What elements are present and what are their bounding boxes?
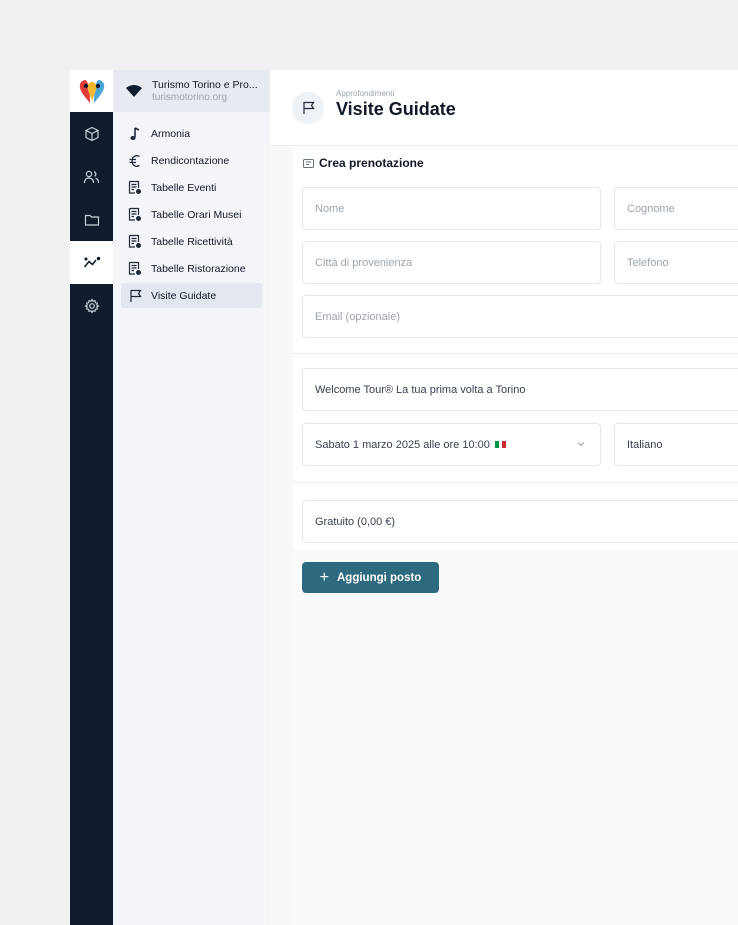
price-field[interactable]: Gratuito (0,00 €)	[302, 500, 738, 543]
add-seat-button[interactable]: + Aggiungi posto	[302, 562, 439, 593]
language-select[interactable]: Italiano	[614, 423, 738, 466]
sidebar-item-armonia[interactable]: Armonia	[121, 121, 262, 146]
nome-field[interactable]: Nome	[302, 187, 601, 230]
sidebar-item-tabelle-ristorazione[interactable]: Tabelle Ristorazione	[121, 256, 262, 281]
telefono-field[interactable]: Telefono	[614, 241, 738, 284]
users-icon	[83, 170, 100, 183]
table-doc-icon	[127, 234, 143, 250]
chevron-down-icon	[577, 442, 585, 447]
add-seat-label: Aggiungi posto	[337, 571, 422, 584]
rail-item-settings[interactable]	[70, 284, 113, 327]
flag-icon	[127, 288, 143, 304]
page-header: Approfondimenti Visite Guidate	[270, 70, 738, 146]
sidebar-item-label: Tabelle Ristorazione	[151, 262, 246, 275]
tour-select[interactable]: Welcome Tour® La tua prima volta a Torin…	[302, 368, 738, 411]
flag-icon	[302, 101, 315, 114]
date-select[interactable]: Sabato 1 marzo 2025 alle ore 10:00	[302, 423, 601, 466]
divider	[293, 353, 738, 354]
divider	[293, 482, 738, 483]
app-logo[interactable]	[70, 70, 113, 112]
org-name: Turismo Torino e Pro...	[152, 79, 258, 91]
table-doc-icon	[127, 207, 143, 223]
analytics-icon	[83, 256, 100, 267]
org-domain: turismotorino.org	[152, 92, 228, 103]
section-title-label: Crea prenotazione	[319, 156, 424, 170]
sidebar-item-rendicontazione[interactable]: Rendicontazione	[121, 148, 262, 173]
rail-item-users[interactable]	[70, 155, 113, 198]
gear-icon	[83, 297, 100, 314]
ticket-icon	[303, 158, 314, 168]
music-note-icon	[127, 126, 143, 142]
sidebar-item-label: Tabelle Orari Musei	[151, 208, 242, 221]
euro-icon	[127, 153, 143, 169]
rail-item-analytics[interactable]	[70, 241, 113, 284]
booking-form: Crea prenotazione Nome Cognome Città di …	[293, 146, 738, 925]
sidebar-item-label: Visite Guidate	[151, 289, 217, 302]
italian-flag-icon	[494, 441, 506, 448]
rail-item-products[interactable]	[70, 112, 113, 155]
sidebar-item-label: Armonia	[151, 127, 191, 140]
email-field[interactable]: Email (opzionale)	[302, 295, 738, 338]
icon-rail	[70, 70, 113, 925]
sidebar: Turismo Torino e Pro... turismotorino.or…	[113, 70, 270, 925]
citta-field[interactable]: Città di provenienza	[302, 241, 601, 284]
sidebar-item-tabelle-orari-musei[interactable]: Tabelle Orari Musei	[121, 202, 262, 227]
sidebar-menu: Armonia Rendicontazione Tabelle Eventi T…	[113, 112, 270, 308]
table-doc-icon	[127, 180, 143, 196]
page-icon	[292, 92, 324, 124]
sidebar-item-label: Rendicontazione	[151, 154, 230, 167]
sidebar-item-label: Tabelle Ricettività	[151, 235, 233, 248]
wifi-icon	[126, 85, 142, 97]
main-content: Approfondimenti Visite Guidate Crea pren…	[270, 70, 738, 925]
org-switcher[interactable]: Turismo Torino e Pro... turismotorino.or…	[113, 70, 270, 112]
date-select-label: Sabato 1 marzo 2025 alle ore 10:00	[315, 438, 490, 451]
map-pin-logo-icon	[79, 80, 104, 103]
cognome-field[interactable]: Cognome	[614, 187, 738, 230]
sidebar-item-tabelle-eventi[interactable]: Tabelle Eventi	[121, 175, 262, 200]
folder-icon	[84, 214, 99, 226]
table-doc-icon	[127, 261, 143, 277]
section-title: Crea prenotazione	[303, 156, 424, 170]
rail-item-files[interactable]	[70, 198, 113, 241]
lower-section	[293, 549, 738, 925]
sidebar-item-tabelle-ricettivita[interactable]: Tabelle Ricettività	[121, 229, 262, 254]
sidebar-item-label: Tabelle Eventi	[151, 181, 217, 194]
cube-icon	[84, 126, 99, 141]
sidebar-item-visite-guidate[interactable]: Visite Guidate	[121, 283, 262, 308]
breadcrumb[interactable]: Approfondimenti	[336, 89, 394, 98]
page-title: Visite Guidate	[336, 99, 456, 119]
plus-icon: +	[319, 568, 329, 586]
